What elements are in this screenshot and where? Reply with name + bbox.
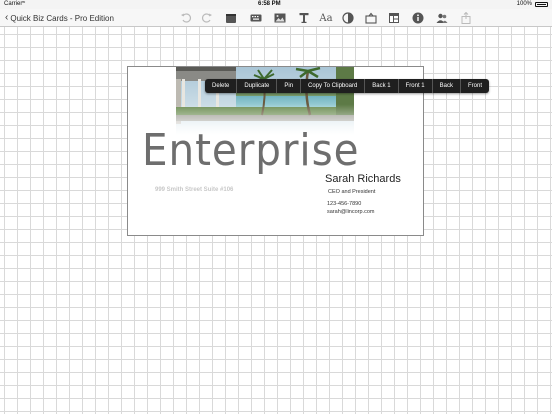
card-role[interactable]: CEO and President — [328, 189, 375, 195]
battery-icon — [535, 2, 548, 7]
card-name[interactable]: Sarah Richards — [325, 173, 401, 185]
clock: 6:58 PM — [258, 1, 281, 7]
undo-icon[interactable] — [179, 11, 193, 25]
menu-item-delete[interactable]: Delete — [205, 79, 238, 93]
contrast-icon[interactable] — [341, 11, 355, 25]
carrier-label: Carrier — [4, 1, 23, 7]
layout-icon[interactable] — [387, 11, 401, 25]
toolbar: ‹ Quick Biz Cards - Pro Edition Aa — [0, 9, 552, 27]
card-icon[interactable] — [224, 11, 238, 25]
chevron-left-icon: ‹ — [5, 12, 9, 23]
export-icon[interactable] — [459, 11, 473, 25]
status-bar: Carrier ≈ 6:58 PM 100% — [0, 0, 552, 9]
menu-item-front[interactable]: Front — [461, 79, 489, 93]
image-icon[interactable] — [273, 11, 287, 25]
back-button-label: Quick Biz Cards - Pro Edition — [10, 13, 114, 23]
text-tool-icon[interactable] — [297, 11, 311, 25]
redo-icon[interactable] — [200, 11, 214, 25]
keyboard-icon[interactable] — [249, 11, 263, 25]
info-icon[interactable] — [411, 11, 425, 25]
menu-item-back-1[interactable]: Back 1 — [365, 79, 399, 93]
share-people-icon[interactable] — [435, 11, 449, 25]
font-icon[interactable]: Aa — [319, 11, 333, 25]
back-button[interactable]: ‹ Quick Biz Cards - Pro Edition — [5, 12, 114, 24]
card-phone[interactable]: 123-456-7890 — [327, 201, 361, 207]
menu-item-front-1[interactable]: Front 1 — [399, 79, 433, 93]
context-menu: Delete Duplicate Pin Copy To Clipboard B… — [205, 79, 490, 93]
menu-item-pin[interactable]: Pin — [277, 79, 302, 93]
wifi-icon: ≈ — [22, 0, 26, 6]
menu-item-duplicate[interactable]: Duplicate — [237, 79, 278, 93]
shapes-icon[interactable] — [364, 11, 378, 25]
menu-item-copy-to-clipboard[interactable]: Copy To Clipboard — [301, 79, 366, 93]
card-email[interactable]: sarah@lincorp.com — [327, 209, 374, 215]
battery-percent: 100% — [516, 1, 532, 7]
menu-item-back[interactable]: Back — [433, 79, 461, 93]
card-address[interactable]: 999 Smith Street Suite #106 — [155, 187, 233, 193]
card-headline[interactable]: Enterprise — [142, 125, 359, 176]
